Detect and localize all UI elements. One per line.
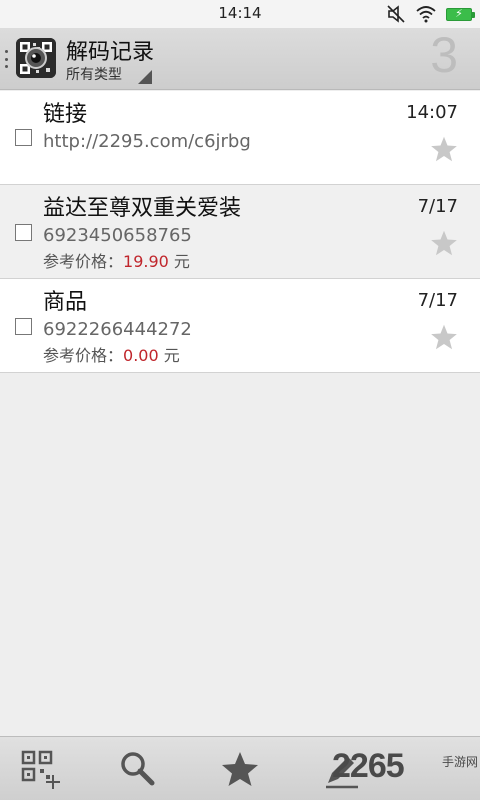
record-price: 参考价格：0.00 元 (43, 342, 180, 366)
price-unit: 元 (168, 252, 190, 271)
mute-icon (387, 5, 405, 23)
record-price: 参考价格：19.90 元 (43, 248, 190, 272)
price-label: 参考价格： (43, 346, 124, 365)
row-checkbox[interactable] (15, 224, 32, 241)
wifi-icon (416, 6, 436, 23)
type-filter-dropdown[interactable]: 所有类型 (66, 64, 152, 86)
record-date: 7/17 (417, 196, 458, 217)
record-date: 7/17 (417, 290, 458, 311)
price-value: 0.00 (123, 346, 159, 365)
qr-add-icon[interactable] (20, 749, 60, 789)
qr-scanner-app-icon[interactable] (16, 38, 56, 78)
watermark-text: 2265 (332, 747, 405, 785)
record-title: 商品 (43, 290, 88, 315)
record-content: http://2295.com/c6jrbg (43, 131, 251, 152)
battery-charging-icon: ⚡ (446, 7, 475, 21)
star-icon[interactable] (220, 749, 260, 789)
search-icon[interactable] (118, 749, 158, 789)
record-date: 14:07 (406, 102, 458, 123)
favorite-star-icon[interactable] (430, 135, 458, 163)
price-label: 参考价格： (43, 252, 124, 271)
dropdown-corner-icon (138, 70, 152, 84)
record-row[interactable]: 链接 http://2295.com/c6jrbg 14:07 (0, 91, 480, 185)
record-barcode: 6923450658765 (43, 225, 192, 246)
record-title: 益达至尊双重关爱装 (43, 196, 242, 221)
record-row[interactable]: 商品 6922266444272 参考价格：0.00 元 7/17 (0, 279, 480, 373)
favorite-star-icon[interactable] (430, 323, 458, 351)
record-list: 链接 http://2295.com/c6jrbg 14:07 益达至尊双重关爱… (0, 91, 480, 373)
price-unit: 元 (158, 346, 180, 365)
status-icons: ⚡ (386, 5, 475, 23)
record-count: 3 (430, 27, 458, 83)
status-bar: 14:14 ⚡ (0, 0, 480, 28)
price-value: 19.90 (123, 252, 169, 271)
record-barcode: 6922266444272 (43, 319, 192, 340)
record-title: 链接 (43, 102, 88, 127)
page-title: 解码记录 (66, 40, 155, 65)
row-checkbox[interactable] (15, 318, 32, 335)
watermark-logo: 2265 手游网 (324, 741, 480, 799)
watermark-subtext: 手游网 (441, 755, 478, 769)
type-filter-label: 所有类型 (66, 67, 122, 83)
row-checkbox[interactable] (15, 129, 32, 146)
app-header: 解码记录 所有类型 3 (0, 27, 480, 90)
bottom-toolbar: 2265 手游网 (0, 736, 480, 800)
record-row[interactable]: 益达至尊双重关爱装 6923450658765 参考价格：19.90 元 7/1… (0, 185, 480, 279)
favorite-star-icon[interactable] (430, 229, 458, 257)
overflow-dots-icon[interactable] (5, 50, 9, 68)
